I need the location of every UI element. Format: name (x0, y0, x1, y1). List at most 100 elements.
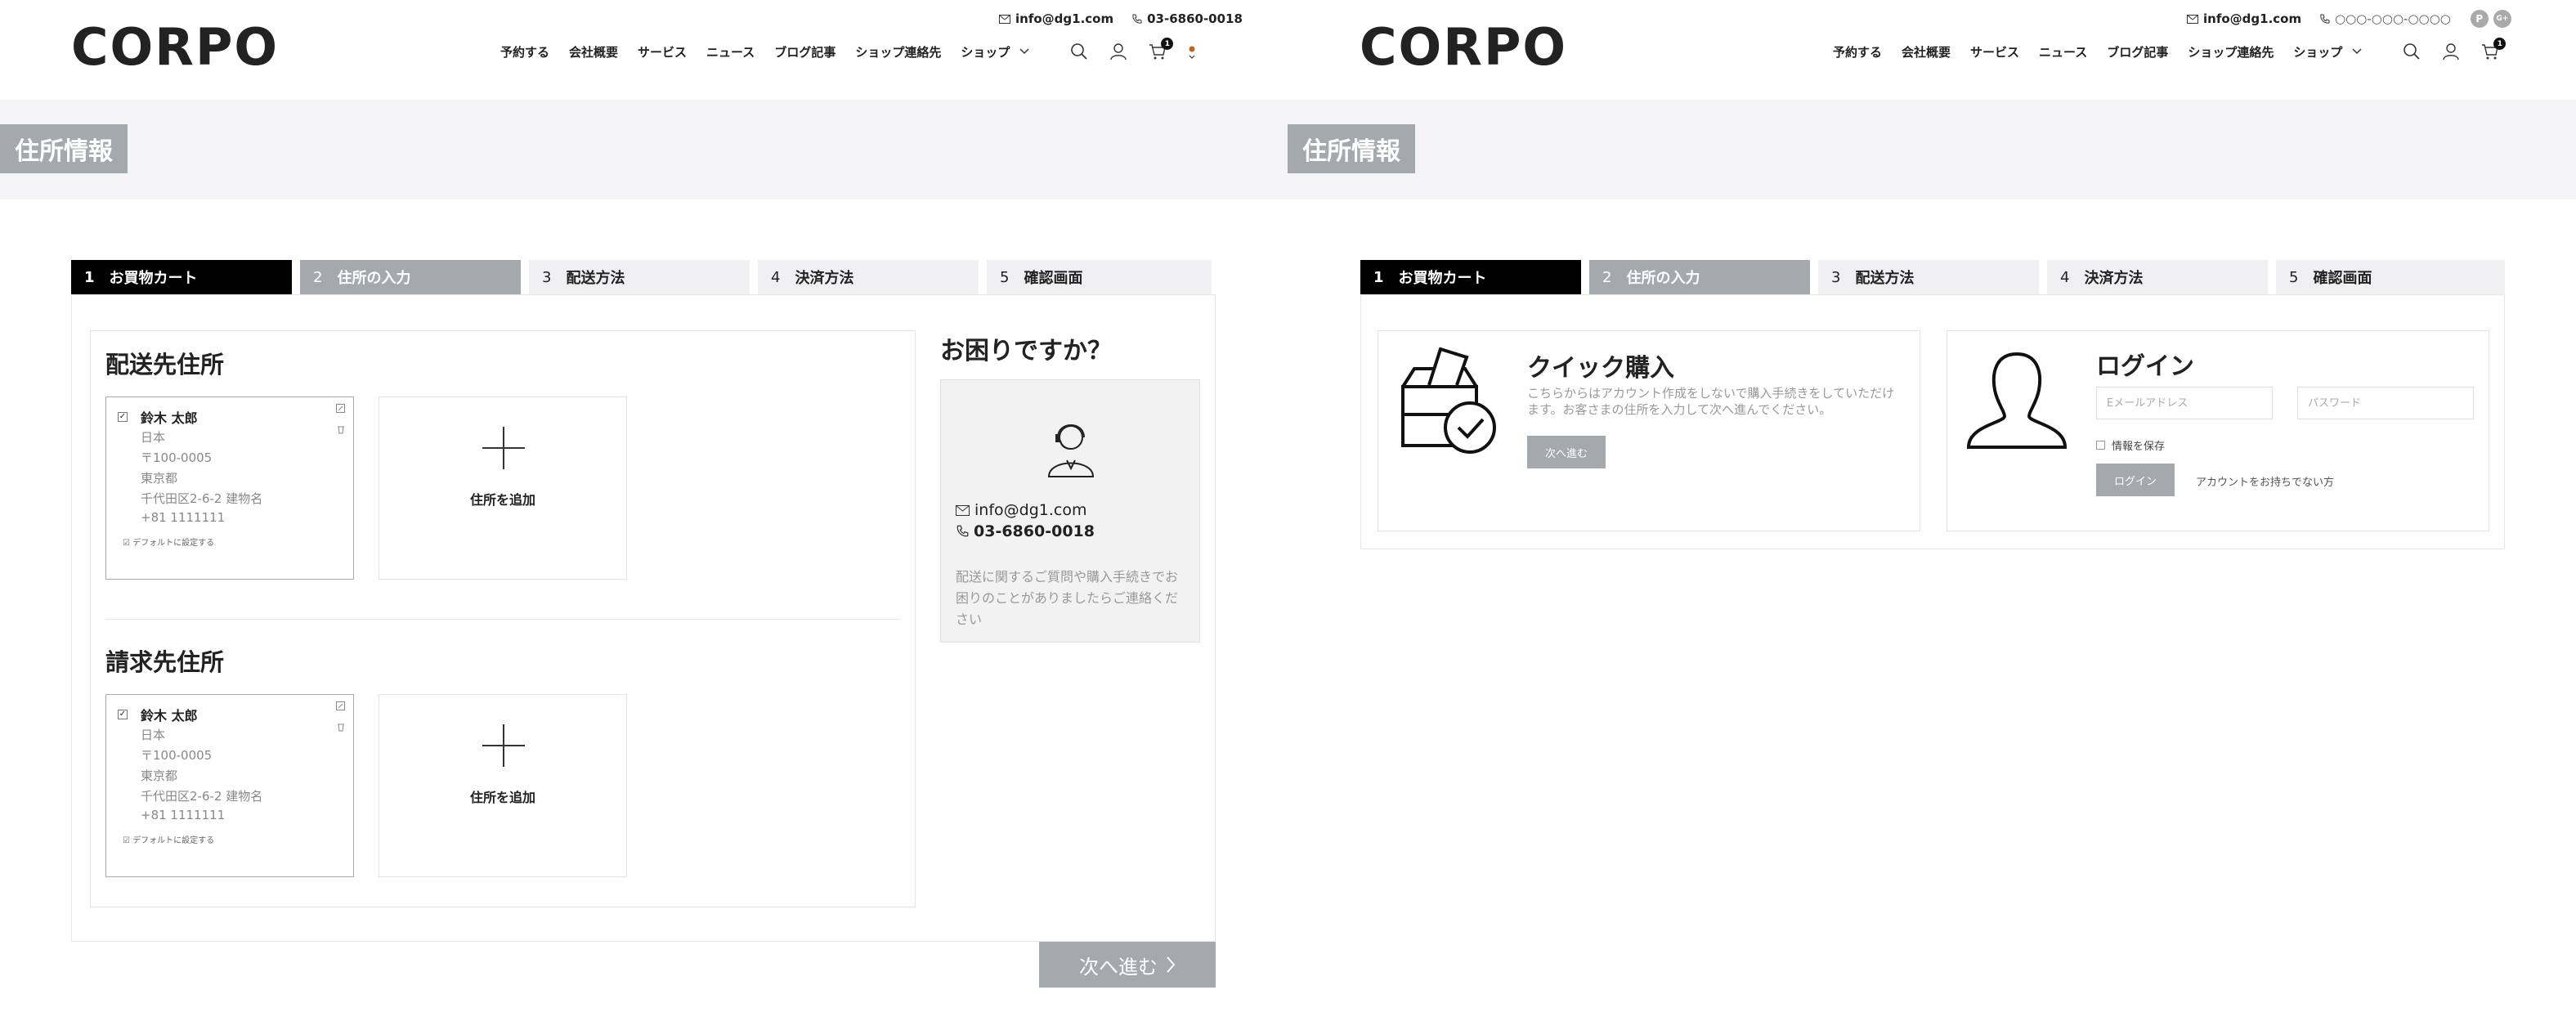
mail-icon (999, 14, 1010, 24)
password-field[interactable] (2297, 387, 2474, 419)
address-phone: +81 1111111 (141, 808, 226, 822)
help-email[interactable]: info@dg1.com (956, 501, 1086, 519)
support-agent-icon (1047, 424, 1095, 477)
contact-phone[interactable]: ○○○-○○○-○○○○ (2319, 11, 2451, 26)
address-name: 鈴木 太郎 (141, 708, 198, 724)
quick-next-button[interactable]: 次へ進む (1527, 436, 1606, 468)
add-shipping-address[interactable]: 住所を追加 (379, 396, 627, 580)
address-postal: 〒100-0005 (141, 748, 213, 763)
nav-reserve[interactable]: 予約する (1833, 43, 1882, 60)
address-prefecture: 東京都 (141, 768, 178, 783)
language-button[interactable] (1188, 43, 1196, 60)
cart-count-badge: 1 (2493, 38, 2507, 50)
search-button[interactable] (1070, 43, 1088, 60)
nav-company[interactable]: 会社概要 (569, 43, 618, 60)
billing-address-card[interactable]: ✓ 鈴木 太郎 日本 〒100-0005 東京都 千代田区2-6-2 建物名 +… (105, 694, 354, 877)
set-default-link[interactable]: ☑ デフォルトに設定する (123, 535, 214, 548)
nav-blog[interactable]: ブログ記事 (774, 43, 836, 60)
quick-purchase-panel: クイック購入 こちらからはアカウント作成をしないで購入手続きをしていただけます。… (1378, 330, 1920, 531)
trash-icon[interactable] (337, 422, 345, 437)
shipping-select-checkbox[interactable]: ✓ (118, 412, 128, 422)
contact-email[interactable]: info@dg1.com (2187, 11, 2301, 26)
next-step-button[interactable]: 次へ進む (1039, 942, 1216, 988)
set-default-link[interactable]: ☑ デフォルトに設定する (123, 833, 214, 845)
chevron-right-icon (1167, 957, 1176, 973)
remember-me-checkbox[interactable]: 情報を保存 (2096, 437, 2165, 453)
step-cart[interactable]: 1 お買物カート (1360, 260, 1581, 294)
cart-button[interactable]: 1 (2481, 38, 2507, 60)
edit-icon[interactable] (336, 698, 345, 714)
trash-icon[interactable] (337, 719, 345, 735)
pinterest-icon[interactable]: P (2470, 10, 2489, 28)
address-name: 鈴木 太郎 (141, 410, 198, 426)
nav-service[interactable]: サービス (1970, 43, 2019, 60)
ballot-box-icon (1401, 347, 1496, 454)
address-country: 日本 (141, 430, 166, 445)
step-shipping[interactable]: 3 配送方法 (1818, 260, 2039, 294)
contact-email[interactable]: info@dg1.com (999, 11, 1113, 26)
title-band (0, 100, 1288, 199)
site-logo[interactable]: CORPO (71, 18, 279, 77)
title-band (1288, 100, 2576, 199)
nav-news[interactable]: ニュース (706, 43, 755, 60)
nav-blog[interactable]: ブログ記事 (2107, 43, 2168, 60)
main-nav: 予約する 会社概要 サービス ニュース ブログ記事 ショップ連絡先 ショップ 1 (1833, 38, 2507, 60)
nav-shop[interactable]: ショップ (961, 43, 1029, 60)
address-street: 千代田区2-6-2 建物名 (141, 789, 263, 804)
edit-icon[interactable] (336, 401, 345, 416)
flag-icon (1189, 46, 1195, 59)
account-button[interactable] (1109, 43, 1127, 60)
shipping-address-card[interactable]: ✓ 鈴木 太郎 日本 〒100-0005 東京都 千代田区2-6-2 建物名 +… (105, 396, 354, 580)
section-divider (105, 619, 900, 620)
address-section: 配送先住所 ✓ 鈴木 太郎 日本 〒100-0005 東京都 千代田区2-6-2… (90, 330, 916, 907)
google-plus-icon[interactable]: G+ (2493, 10, 2511, 28)
main-nav: 予約する 会社概要 サービス ニュース ブログ記事 ショップ連絡先 ショップ 1 (500, 38, 1196, 60)
nav-news[interactable]: ニュース (2039, 43, 2087, 60)
billing-address-title: 請求先住所 (105, 648, 225, 676)
nav-shop-contact[interactable]: ショップ連絡先 (855, 43, 941, 60)
user-icon (1966, 352, 2068, 449)
contact-phone[interactable]: 03-6860-0018 (1131, 11, 1243, 26)
nav-shop-contact[interactable]: ショップ連絡先 (2188, 43, 2274, 60)
plus-icon (482, 724, 525, 767)
email-field[interactable] (2096, 387, 2273, 419)
step-payment[interactable]: 4 決済方法 (2047, 260, 2268, 294)
address-country: 日本 (141, 728, 166, 742)
search-icon (2404, 43, 2420, 60)
site-logo[interactable]: CORPO (1360, 18, 1567, 77)
nav-reserve[interactable]: 予約する (500, 43, 549, 60)
billing-select-checkbox[interactable]: ✓ (118, 710, 128, 719)
help-description: 配送に関するご質問や購入手続きでお困りのことがありましたらご連絡ください (956, 569, 1179, 627)
nav-shop[interactable]: ショップ (2293, 43, 2362, 60)
checkout-login-page: info@dg1.com ○○○-○○○-○○○○ P G+ CORPO 予約す… (1288, 0, 2576, 1017)
login-button[interactable]: ログイン (2096, 464, 2175, 496)
step-confirm[interactable]: 5 確認画面 (2276, 260, 2505, 294)
step-shipping[interactable]: 3 配送方法 (529, 260, 750, 294)
cart-button[interactable]: 1 (1149, 38, 1174, 60)
quick-purchase-description: こちらからはアカウント作成をしないで購入手続きをしていただけます。お客さまの住所… (1527, 386, 1895, 417)
user-icon (1110, 43, 1127, 60)
mail-icon (2187, 14, 2198, 24)
nav-service[interactable]: サービス (638, 43, 687, 60)
phone-icon (2320, 14, 2330, 24)
address-postal: 〒100-0005 (141, 450, 213, 465)
step-confirm[interactable]: 5 確認画面 (987, 260, 1212, 294)
mail-icon (956, 504, 970, 516)
help-box: info@dg1.com 03-6860-0018 配送に関するご質問や購入手続… (940, 379, 1200, 643)
shipping-address-title: 配送先住所 (105, 351, 225, 379)
account-button[interactable] (2442, 43, 2460, 60)
add-billing-address[interactable]: 住所を追加 (379, 694, 627, 877)
step-address[interactable]: 2 住所の入力 (300, 260, 521, 294)
search-icon (1071, 43, 1087, 60)
address-street: 千代田区2-6-2 建物名 (141, 491, 263, 506)
step-payment[interactable]: 4 決済方法 (758, 260, 979, 294)
address-prefecture: 東京都 (141, 471, 178, 486)
step-cart[interactable]: 1 お買物カート (71, 260, 292, 294)
address-phone: +81 1111111 (141, 510, 226, 525)
search-button[interactable] (2403, 43, 2421, 60)
step-address[interactable]: 2 住所の入力 (1589, 260, 1810, 294)
page-title: 住所情報 (1288, 124, 1415, 173)
no-account-link[interactable]: アカウントをお持ちでない方 (2196, 473, 2334, 489)
help-phone[interactable]: 03-6860-0018 (956, 522, 1095, 540)
nav-company[interactable]: 会社概要 (1902, 43, 1951, 60)
